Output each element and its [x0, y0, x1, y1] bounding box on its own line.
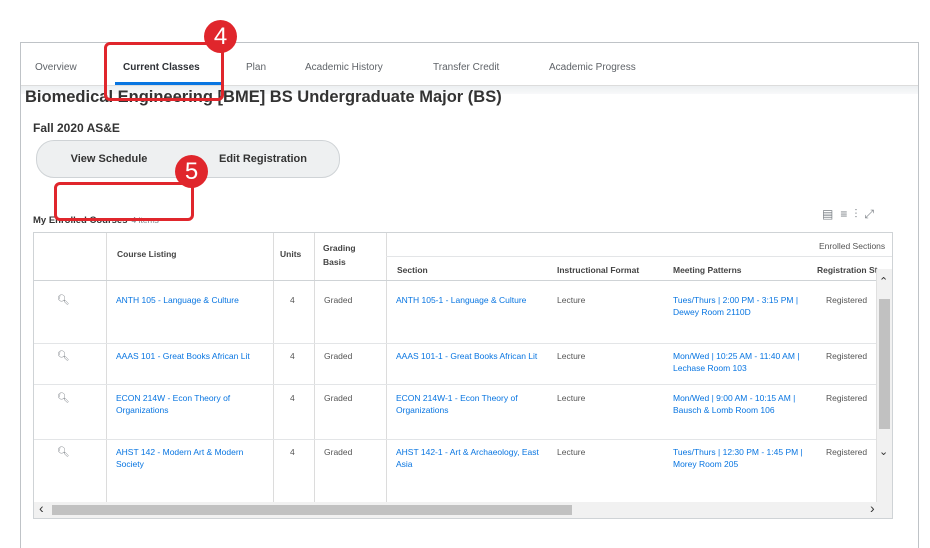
- magnifier-icon[interactable]: 🔍︎: [57, 447, 70, 459]
- status-value: Registered: [826, 351, 868, 361]
- column-divider: [314, 233, 315, 505]
- grading-value: Graded: [324, 351, 353, 361]
- column-divider: [273, 233, 274, 505]
- table-toolbar: ▤ ≡ ⫶ ⤢: [818, 207, 877, 222]
- format-value: Lecture: [557, 295, 586, 305]
- header-meeting-patterns[interactable]: Meeting Patterns: [673, 265, 742, 275]
- units-value: 4: [290, 447, 295, 457]
- callout-step-5: 5: [175, 155, 208, 188]
- header-grading-basis[interactable]: Grading Basis: [323, 241, 375, 269]
- header-units[interactable]: Units: [280, 249, 301, 259]
- header-instructional-format[interactable]: Instructional Format: [557, 265, 639, 275]
- magnifier-icon[interactable]: 🔍︎: [57, 393, 70, 405]
- tab-plan[interactable]: Plan: [246, 62, 266, 73]
- format-value: Lecture: [557, 447, 586, 457]
- format-value: Lecture: [557, 393, 586, 403]
- meeting-pattern-link[interactable]: Mon/Wed | 10:25 AM - 11:40 AM | Lechase …: [673, 350, 811, 374]
- tab-current-classes[interactable]: Current Classes: [123, 62, 200, 73]
- course-link[interactable]: AHST 142 - Modern Art & Modern Society: [116, 446, 266, 470]
- vertical-scroll-thumb[interactable]: [879, 299, 890, 429]
- status-value: Registered: [826, 295, 868, 305]
- row-divider: [34, 384, 892, 385]
- section-link[interactable]: ANTH 105-1 - Language & Culture: [396, 294, 546, 306]
- group-divider: [386, 256, 892, 257]
- grading-value: Graded: [324, 393, 353, 403]
- grading-value: Graded: [324, 447, 353, 457]
- page-title: Biomedical Engineering [BME] BS Undergra…: [25, 88, 502, 106]
- table-item-count: 4 items: [131, 215, 159, 225]
- units-value: 4: [290, 351, 295, 361]
- magnifier-icon[interactable]: 🔍︎: [57, 351, 70, 363]
- status-value: Registered: [826, 393, 868, 403]
- tab-academic-progress[interactable]: Academic Progress: [549, 62, 636, 73]
- filter-icon[interactable]: ≡: [840, 207, 850, 221]
- section-link[interactable]: AHST 142-1 - Art & Archaeology, East Asi…: [396, 446, 546, 470]
- section-link[interactable]: AAAS 101-1 - Great Books African Lit: [396, 350, 546, 362]
- format-value: Lecture: [557, 351, 586, 361]
- table-title: My Enrolled Courses: [33, 215, 128, 226]
- grading-value: Graded: [324, 295, 353, 305]
- tab-academic-history[interactable]: Academic History: [305, 62, 383, 73]
- fullscreen-icon[interactable]: ⤢: [864, 207, 877, 221]
- header-enrolled-sections: Enrolled Sections: [819, 241, 886, 251]
- column-divider: [386, 233, 387, 505]
- scroll-down-icon[interactable]: ⌄: [879, 445, 888, 458]
- chart-icon[interactable]: ⫶: [854, 207, 860, 221]
- tab-transfer-credit[interactable]: Transfer Credit: [433, 62, 499, 73]
- units-value: 4: [290, 295, 295, 305]
- scroll-right-icon[interactable]: ›: [870, 500, 875, 516]
- magnifier-icon[interactable]: 🔍︎: [57, 295, 70, 307]
- view-schedule-button[interactable]: View Schedule: [37, 141, 181, 177]
- column-divider: [106, 233, 107, 505]
- units-value: 4: [290, 393, 295, 403]
- header-registration-status[interactable]: Registration St: [817, 265, 877, 275]
- meeting-pattern-link[interactable]: Tues/Thurs | 12:30 PM - 1:45 PM | Morey …: [673, 446, 811, 470]
- course-link[interactable]: ANTH 105 - Language & Culture: [116, 294, 266, 306]
- row-divider: [34, 343, 892, 344]
- course-link[interactable]: ECON 214W - Econ Theory of Organizations: [116, 392, 266, 416]
- term-label: Fall 2020 AS&E: [33, 121, 120, 135]
- scroll-up-icon[interactable]: ⌃: [879, 275, 888, 288]
- export-icon[interactable]: ▤: [822, 207, 836, 221]
- tab-overview[interactable]: Overview: [35, 62, 77, 73]
- scroll-left-icon[interactable]: ‹: [39, 500, 44, 516]
- horizontal-scrollbar[interactable]: ‹ ›: [33, 500, 893, 519]
- vertical-scrollbar[interactable]: ⌃ ⌄: [876, 269, 892, 504]
- callout-step-4: 4: [204, 20, 237, 53]
- table-heading: My Enrolled Courses 4 items: [33, 215, 159, 226]
- enrolled-courses-table: Course Listing Units Grading Basis Enrol…: [33, 232, 893, 506]
- active-tab-indicator: [115, 82, 223, 85]
- section-link[interactable]: ECON 214W-1 - Econ Theory of Organizatio…: [396, 392, 546, 416]
- meeting-pattern-link[interactable]: Tues/Thurs | 2:00 PM - 3:15 PM | Dewey R…: [673, 294, 811, 318]
- row-divider: [34, 439, 892, 440]
- header-divider-line: [34, 280, 892, 281]
- header-course-listing[interactable]: Course Listing: [117, 249, 177, 259]
- course-link[interactable]: AAAS 101 - Great Books African Lit: [116, 350, 256, 362]
- edit-registration-button[interactable]: Edit Registration: [187, 141, 339, 177]
- header-section[interactable]: Section: [397, 265, 428, 275]
- tab-bar: Overview Current Classes Plan Academic H…: [21, 43, 918, 86]
- horizontal-scroll-thumb[interactable]: [52, 505, 572, 515]
- status-value: Registered: [826, 447, 868, 457]
- meeting-pattern-link[interactable]: Mon/Wed | 9:00 AM - 10:15 AM | Bausch & …: [673, 392, 811, 416]
